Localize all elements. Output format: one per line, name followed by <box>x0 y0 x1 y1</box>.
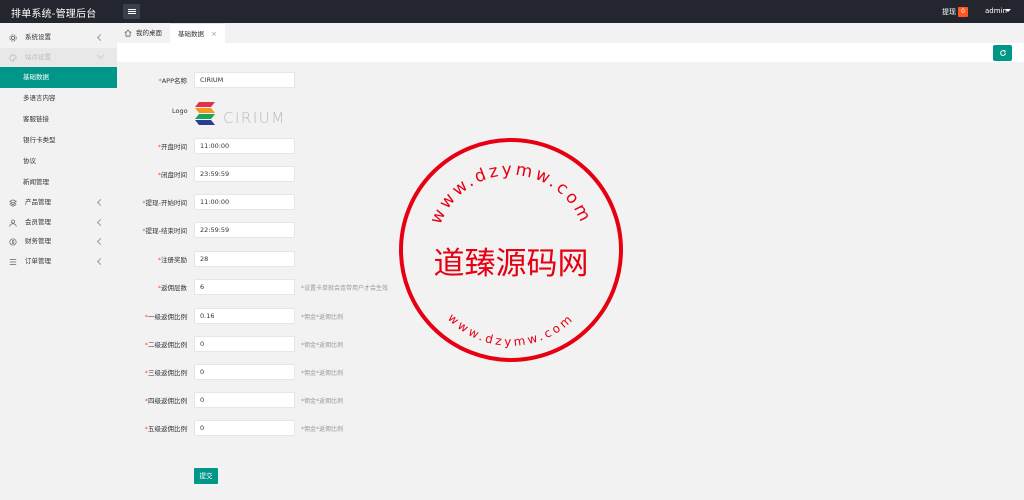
sidebar-item-finance[interactable]: 财务管理 <box>0 232 117 252</box>
logo-label: Logo <box>172 107 188 115</box>
tab-basic-data[interactable]: 基础数据 × <box>170 23 225 43</box>
settings-form: *APP名称 CIRIUM Logo CIRIUM *开盘时间 11:00:00… <box>117 63 1024 500</box>
top-header: 排单系统-管理后台 提现 0 admin <box>0 0 1024 23</box>
main-content: *APP名称 CIRIUM Logo CIRIUM *开盘时间 11:00:00… <box>117 43 1024 500</box>
dollar-icon <box>9 238 17 246</box>
app-name-label: *APP名称 <box>158 77 187 85</box>
layers-icon <box>9 199 17 207</box>
level2-label: *二级返佣比例 <box>144 341 187 349</box>
chevron-up-icon <box>96 51 105 59</box>
sidebar-subitem-basic-data[interactable]: 基础数据 <box>0 67 117 88</box>
sidebar-subitem-service-link[interactable]: 客服链接 <box>0 109 117 130</box>
level3-hint: *佣金*返佣比例 <box>301 370 344 377</box>
form-row-rebate-levels: *返佣层数 6 *设置卡单就会连带用户才会生效 <box>117 279 517 295</box>
rebate-levels-hint: *设置卡单就会连带用户才会生效 <box>301 285 389 292</box>
withdraw-end-input[interactable]: 22:59:59 <box>194 222 295 238</box>
sidebar-subitem-multilang[interactable]: 多语言内容 <box>0 88 117 109</box>
level4-input[interactable]: 0 <box>194 392 295 408</box>
level1-hint: *佣金*返佣比例 <box>301 314 344 321</box>
refresh-icon <box>999 49 1006 56</box>
chevron-left-icon <box>96 33 105 42</box>
withdraw-link[interactable]: 提现 <box>942 7 956 17</box>
form-row-level3: *三级返佣比例 0 *佣金*返佣比例 <box>117 364 517 380</box>
close-time-label: *闭盘时间 <box>157 171 187 179</box>
register-reward-input[interactable]: 28 <box>194 251 295 267</box>
level3-label: *三级返佣比例 <box>144 369 187 377</box>
register-reward-label: *注册奖励 <box>157 256 187 264</box>
form-row-withdraw-end: *提现-结束时间 22:59:59 <box>117 222 517 238</box>
cirium-logo-icon <box>195 102 215 125</box>
sidebar-item-label: 产品管理 <box>25 198 51 206</box>
withdraw-end-label: *提现-结束时间 <box>142 227 187 235</box>
sidebar-subitem-agreement[interactable]: 协议 <box>0 151 117 172</box>
form-row-logo: Logo CIRIUM <box>117 97 417 137</box>
submit-button[interactable]: 提交 <box>194 468 218 484</box>
sidebar-item-members[interactable]: 会员管理 <box>0 213 117 233</box>
level5-label: *五级返佣比例 <box>144 425 187 433</box>
content-toolbar <box>117 43 1024 63</box>
rebate-levels-input[interactable]: 6 <box>194 279 295 295</box>
tab-bar: 我的桌面 基础数据 × <box>117 23 1024 43</box>
sidebar-item-orders[interactable]: 订单管理 <box>0 252 117 272</box>
withdraw-start-label: *提现-开始时间 <box>142 199 187 207</box>
sidebar: 系统设置 站点设置 基础数据 多语言内容 客服链接 银行卡类型 协议 新闻管理 … <box>0 23 117 500</box>
refresh-button[interactable] <box>993 45 1012 61</box>
menu-toggle-button[interactable] <box>123 4 140 19</box>
form-row-register-reward: *注册奖励 28 <box>117 251 517 267</box>
form-row-app-name: *APP名称 CIRIUM <box>117 72 517 88</box>
level4-label: *四级返佣比例 <box>144 397 187 405</box>
form-row-close-time: *闭盘时间 23:59:59 <box>117 166 517 182</box>
sidebar-item-products[interactable]: 产品管理 <box>0 193 117 213</box>
palette-icon <box>9 53 17 62</box>
form-row-level2: *二级返佣比例 0 *佣金*返佣比例 <box>117 336 517 352</box>
chevron-left-icon <box>96 218 105 226</box>
level2-hint: *佣金*返佣比例 <box>301 342 344 349</box>
withdraw-count-badge: 0 <box>958 7 968 17</box>
rebate-levels-label: *返佣层数 <box>157 284 187 292</box>
app-title: 排单系统-管理后台 <box>11 9 97 20</box>
withdraw-start-input[interactable]: 11:00:00 <box>194 194 295 210</box>
sidebar-item-label: 站点设置 <box>25 52 51 61</box>
logo-text: CIRIUM <box>223 109 286 127</box>
level1-label: *一级返佣比例 <box>144 313 187 321</box>
level2-input[interactable]: 0 <box>194 336 295 352</box>
tab-home-label: 我的桌面 <box>136 29 162 37</box>
user-icon <box>9 219 17 227</box>
level5-hint: *佣金*返佣比例 <box>301 426 344 433</box>
tab-label: 基础数据 <box>178 30 204 38</box>
open-time-input[interactable]: 11:00:00 <box>194 138 295 154</box>
sidebar-item-label: 会员管理 <box>25 217 51 226</box>
sidebar-item-system-settings[interactable]: 系统设置 <box>0 28 117 48</box>
level1-input[interactable]: 0.16 <box>194 308 295 324</box>
chevron-left-icon <box>96 237 105 246</box>
form-row-level1: *一级返佣比例 0.16 *佣金*返佣比例 <box>117 308 517 324</box>
level3-input[interactable]: 0 <box>194 364 295 380</box>
list-icon <box>9 258 17 265</box>
form-row-withdraw-start: *提现-开始时间 11:00:00 <box>117 194 517 210</box>
chevron-left-icon <box>96 257 105 265</box>
sidebar-item-label: 系统设置 <box>25 33 51 41</box>
form-row-open-time: *开盘时间 11:00:00 <box>117 138 517 154</box>
level5-input[interactable]: 0 <box>194 420 295 436</box>
home-icon <box>124 29 132 37</box>
form-row-level5: *五级返佣比例 0 *佣金*返佣比例 <box>117 420 517 436</box>
chevron-down-icon[interactable] <box>1005 9 1011 12</box>
close-icon[interactable]: × <box>211 24 217 44</box>
chevron-left-icon <box>96 198 105 207</box>
sidebar-item-label: 财务管理 <box>25 237 51 245</box>
level4-hint: *佣金*返佣比例 <box>301 398 344 405</box>
user-menu[interactable]: admin <box>985 7 1007 15</box>
sidebar-item-site-settings[interactable]: 站点设置 <box>0 47 117 67</box>
sidebar-item-label: 订单管理 <box>25 256 51 265</box>
logo-upload[interactable]: CIRIUM <box>195 97 299 133</box>
gear-icon <box>9 34 17 42</box>
sidebar-subitem-news[interactable]: 新闻管理 <box>0 172 117 193</box>
tab-home[interactable]: 我的桌面 <box>117 23 170 43</box>
app-name-input[interactable]: CIRIUM <box>194 72 295 88</box>
open-time-label: *开盘时间 <box>157 143 187 151</box>
form-row-level4: *四级返佣比例 0 *佣金*返佣比例 <box>117 392 517 408</box>
close-time-input[interactable]: 23:59:59 <box>194 166 295 182</box>
sidebar-subitem-bank-type[interactable]: 银行卡类型 <box>0 130 117 151</box>
hamburger-icon <box>127 11 136 12</box>
